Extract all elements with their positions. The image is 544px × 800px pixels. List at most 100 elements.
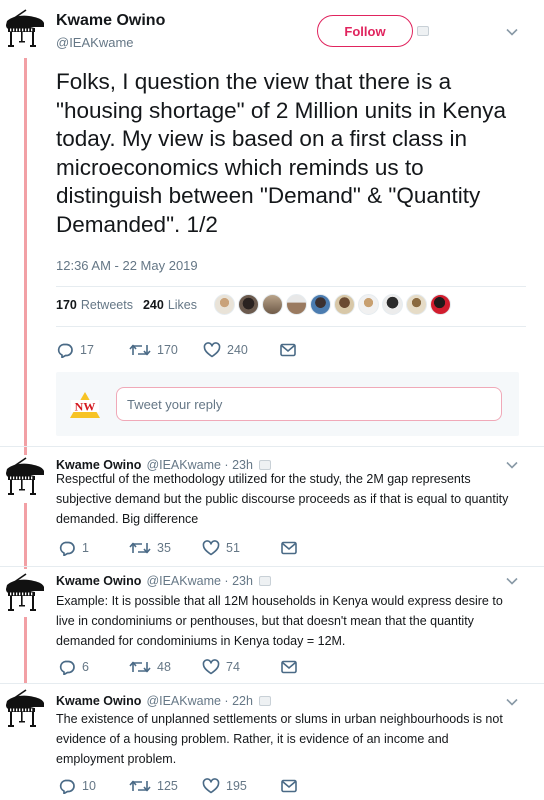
retweets-label[interactable]: Retweets: [81, 298, 133, 312]
verified-badge-icon: [258, 696, 271, 706]
retweet-icon: [129, 540, 151, 556]
liker-avatar[interactable]: [286, 294, 307, 315]
main-tweet-text: Folks, I question the view that there is…: [56, 69, 506, 237]
direct-message-button[interactable]: [280, 778, 298, 794]
reply-button[interactable]: 1: [58, 540, 129, 556]
author-name[interactable]: Kwame Owino: [56, 574, 141, 588]
retweet-button[interactable]: 48: [129, 659, 202, 675]
divider: [0, 566, 544, 567]
engagement-stats: 170 Retweets 240 Likes: [56, 298, 197, 312]
reply-count: 1: [82, 541, 89, 555]
divider: [0, 683, 544, 684]
liker-avatar[interactable]: [382, 294, 403, 315]
verified-badge-icon: [258, 576, 271, 586]
chevron-down-icon[interactable]: [505, 697, 519, 707]
thread-connector: [24, 617, 27, 683]
reply-count: 10: [82, 779, 96, 793]
retweet-count: 170: [157, 343, 178, 357]
message-icon: [280, 778, 298, 794]
piano-avatar-icon[interactable]: [4, 456, 46, 498]
reply-input[interactable]: Tweet your reply: [116, 387, 502, 421]
reply-icon: [58, 778, 76, 794]
liker-avatar[interactable]: [406, 294, 427, 315]
author-name[interactable]: Kwame Owino: [56, 694, 141, 708]
reply-icon: [58, 540, 76, 556]
message-icon: [280, 659, 298, 675]
direct-message-button[interactable]: [280, 540, 298, 556]
reply-count: 6: [82, 660, 89, 674]
author-name[interactable]: Kwame Owino: [56, 12, 165, 30]
like-icon: [202, 778, 220, 794]
reply-icon: [56, 342, 74, 358]
liker-avatar[interactable]: [214, 294, 235, 315]
thread-connector: [24, 503, 27, 569]
divider: [56, 286, 526, 287]
like-button[interactable]: 74: [202, 659, 280, 675]
like-count: 240: [227, 343, 248, 357]
author-handle[interactable]: @IEAKwame: [56, 35, 165, 50]
likes-count[interactable]: 240: [143, 298, 164, 312]
reply-actions: 6 48 74: [58, 659, 298, 675]
svg-text:NW: NW: [75, 400, 96, 414]
likes-label[interactable]: Likes: [168, 298, 197, 312]
reply-text: The existence of unplanned settlements o…: [56, 712, 503, 766]
like-count: 51: [226, 541, 240, 555]
like-count: 74: [226, 660, 240, 674]
retweet-button[interactable]: 35: [129, 540, 202, 556]
reply-header: Kwame Owino @IEAKwame · 22h: [56, 694, 271, 708]
main-tweet-header: Kwame Owino @IEAKwame: [56, 12, 165, 50]
reply-count: 17: [80, 343, 94, 357]
direct-message-button[interactable]: [279, 342, 297, 358]
reply-button[interactable]: 10: [58, 778, 129, 794]
retweet-count: 48: [157, 660, 171, 674]
tweet-timestamp[interactable]: 12:36 AM - 22 May 2019: [56, 258, 198, 273]
like-button[interactable]: 195: [202, 778, 280, 794]
verified-badge-icon: [417, 26, 429, 36]
liker-avatar[interactable]: [310, 294, 331, 315]
divider: [56, 326, 526, 327]
reply-button[interactable]: 17: [56, 342, 129, 358]
chevron-down-icon[interactable]: [505, 27, 519, 37]
retweet-icon: [129, 659, 151, 675]
chevron-down-icon[interactable]: [505, 576, 519, 586]
reply-composer: NW Tweet your reply: [56, 372, 519, 436]
direct-message-button[interactable]: [280, 659, 298, 675]
main-tweet-actions: 17 170 240: [56, 342, 297, 358]
like-icon: [202, 540, 220, 556]
user-avatar-nw-logo-icon[interactable]: NW: [69, 391, 101, 419]
retweets-count[interactable]: 170: [56, 298, 77, 312]
like-button[interactable]: 51: [202, 540, 280, 556]
retweet-icon: [129, 778, 151, 794]
reply-button[interactable]: 6: [58, 659, 129, 675]
message-icon: [280, 540, 298, 556]
reply-actions: 10 125 195: [58, 778, 298, 794]
piano-avatar-icon[interactable]: [4, 688, 46, 730]
retweet-button[interactable]: 170: [129, 342, 203, 358]
retweet-button[interactable]: 125: [129, 778, 202, 794]
liker-avatar[interactable]: [334, 294, 355, 315]
reply-text: Respectful of the methodology utilized f…: [56, 472, 509, 526]
liker-avatar[interactable]: [262, 294, 283, 315]
reply-actions: 1 35 51: [58, 540, 298, 556]
message-icon: [279, 342, 297, 358]
liker-avatar[interactable]: [430, 294, 451, 315]
like-button[interactable]: 240: [203, 342, 279, 358]
follow-button[interactable]: Follow: [317, 15, 413, 47]
retweet-icon: [129, 342, 151, 358]
handle-time[interactable]: @IEAKwame · 22h: [146, 694, 252, 708]
retweet-count: 35: [157, 541, 171, 555]
retweet-count: 125: [157, 779, 178, 793]
like-icon: [203, 342, 221, 358]
reply-header: Kwame Owino @IEAKwame · 23h: [56, 574, 271, 588]
handle-time[interactable]: @IEAKwame · 23h: [146, 574, 252, 588]
divider: [0, 446, 544, 447]
liker-avatar[interactable]: [358, 294, 379, 315]
liker-avatar[interactable]: [238, 294, 259, 315]
like-count: 195: [226, 779, 247, 793]
thread-connector: [24, 58, 27, 455]
liker-avatars: [214, 294, 451, 315]
like-icon: [202, 659, 220, 675]
reply-text: Example: It is possible that all 12M hou…: [56, 594, 503, 648]
piano-avatar-icon[interactable]: [4, 8, 46, 50]
piano-avatar-icon[interactable]: [4, 572, 46, 614]
